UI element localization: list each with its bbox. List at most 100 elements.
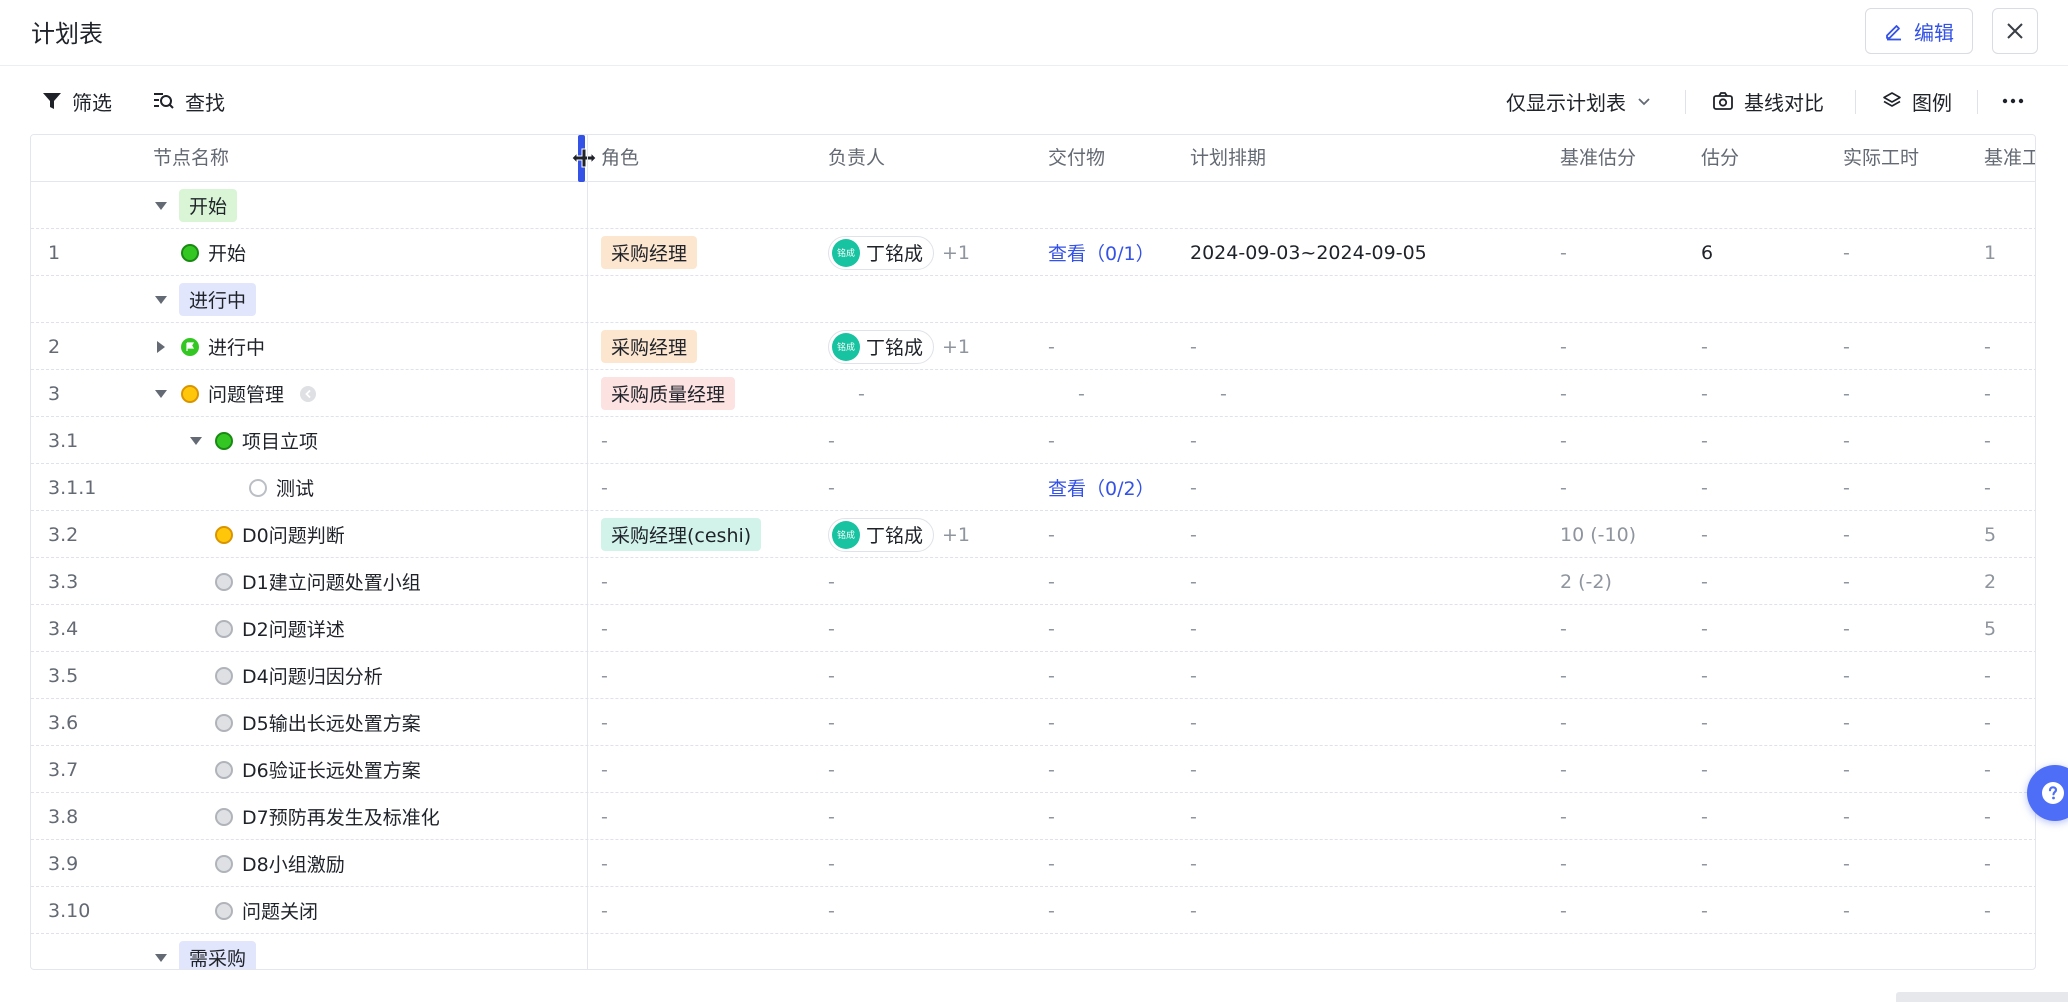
column-header-deliverable[interactable]: 交付物 xyxy=(1048,135,1105,182)
column-header-actual-hours[interactable]: 实际工时 xyxy=(1843,135,1919,182)
role-cell[interactable]: 采购经理 xyxy=(601,323,698,370)
node-name: D6验证长远处置方案 xyxy=(242,760,421,782)
owner-extra-count[interactable]: +1 xyxy=(942,336,970,358)
deliverable-cell: - xyxy=(1048,335,1055,358)
column-header-base-hours[interactable]: 基准工 xyxy=(1984,135,2035,182)
estimate-cell[interactable]: 6 xyxy=(1701,229,1713,276)
table-row[interactable]: 3.6 D5输出长远处置方案 - - - - - - - - xyxy=(31,699,2035,746)
collapse-toggle[interactable] xyxy=(190,417,202,464)
owner-cell[interactable]: 铭成 丁铭成 +1 xyxy=(828,323,970,370)
table-row[interactable]: 3.7 D6验证长远处置方案 - - - - - - - - xyxy=(31,746,2035,793)
base-hours-cell: - xyxy=(1984,664,1991,687)
status-done-icon xyxy=(181,243,199,262)
node-name-cell[interactable]: 测试 xyxy=(249,464,314,511)
caret-down-icon xyxy=(190,436,202,445)
table-row[interactable]: 3.4 D2问题详述 - - - - - - - 5 xyxy=(31,605,2035,652)
table-row[interactable]: 3.5 D4问题归因分析 - - - - - - - - xyxy=(31,652,2035,699)
node-name-cell[interactable]: D0问题判断 xyxy=(215,511,345,558)
group-row-in-progress[interactable]: 进行中 xyxy=(31,276,2035,323)
owner-extra-count[interactable]: +1 xyxy=(942,242,970,264)
row-number: 3.6 xyxy=(48,711,79,734)
owner-cell[interactable]: 铭成 丁铭成 +1 xyxy=(828,229,970,276)
owner-chip[interactable]: 铭成 丁铭成 xyxy=(828,517,935,552)
expand-toggle[interactable] xyxy=(157,323,165,370)
node-name: D1建立问题处置小组 xyxy=(242,572,421,594)
base-hours-cell: - xyxy=(1984,382,1991,405)
role-cell[interactable]: 采购经理(ceshi) xyxy=(601,511,762,558)
table-header: 节点名称 角色 负责人 交付物 计划排期 基准估分 估分 实际工时 基准工 xyxy=(31,135,2035,182)
avatar: 铭成 xyxy=(832,332,860,361)
owner-extra-count[interactable]: +1 xyxy=(942,524,970,546)
table-row[interactable]: 3.9 D8小组激励 - - - - - - - - xyxy=(31,840,2035,887)
legend-label: 图例 xyxy=(1912,90,1952,115)
column-header-name[interactable]: 节点名称 xyxy=(153,135,229,182)
table-row[interactable]: 3 问题管理 采购质量经理 - - - - - - - xyxy=(31,370,2035,417)
schedule-cell: - xyxy=(1220,382,1227,405)
role-cell: - xyxy=(601,852,608,875)
edit-button[interactable]: 编辑 xyxy=(1865,8,1973,54)
node-name-cell[interactable]: D5输出长远处置方案 xyxy=(215,699,421,746)
node-name-cell[interactable]: D2问题详述 xyxy=(215,605,345,652)
estimate-cell: - xyxy=(1701,382,1708,405)
node-name: 项目立项 xyxy=(242,431,319,453)
estimate-cell: - xyxy=(1701,899,1708,922)
row-number: 3.1 xyxy=(48,429,79,452)
node-name-cell[interactable]: D4问题归因分析 xyxy=(215,652,383,699)
base-estimate-cell: - xyxy=(1560,241,1567,264)
column-header-base-estimate[interactable]: 基准估分 xyxy=(1560,135,1636,182)
node-name-cell[interactable]: 进行中 xyxy=(181,323,265,370)
collapse-toggle[interactable] xyxy=(155,370,167,417)
column-header-estimate[interactable]: 估分 xyxy=(1701,135,1739,182)
table-row[interactable]: 3.3 D1建立问题处置小组 - - - - 2 (-2) - - 2 xyxy=(31,558,2035,605)
table-row[interactable]: 1 开始 采购经理 铭成 丁铭成 +1 查看（0/1） 2024-09-03~202… xyxy=(31,229,2035,276)
node-name-cell[interactable]: D1建立问题处置小组 xyxy=(215,558,421,605)
table-row[interactable]: 3.1.1 测试 - - 查看（0/2） - - - - - xyxy=(31,464,2035,511)
camera-icon xyxy=(1713,92,1733,110)
node-name-cell[interactable]: 问题关闭 xyxy=(215,887,318,934)
deliverable-link[interactable]: 查看（0/2） xyxy=(1048,464,1155,511)
find-button[interactable]: 查找 xyxy=(153,78,225,124)
collapse-toggle[interactable] xyxy=(155,276,167,323)
status-not-started-icon xyxy=(249,478,267,497)
role-cell[interactable]: 采购质量经理 xyxy=(601,370,736,417)
collapse-toggle[interactable] xyxy=(155,182,167,229)
node-name-cell[interactable]: 开始 xyxy=(181,229,246,276)
baseline-compare-button[interactable]: 基线对比 xyxy=(1712,78,1824,124)
owner-cell[interactable]: 铭成 丁铭成 +1 xyxy=(828,511,970,558)
close-button[interactable] xyxy=(1992,8,2038,54)
table-row[interactable]: 3.1 项目立项 - - - - - - - - xyxy=(31,417,2035,464)
deliverable-link[interactable]: 查看（0/1） xyxy=(1048,229,1155,276)
actual-hours-cell: - xyxy=(1843,899,1850,922)
status-pending-icon xyxy=(215,854,233,873)
column-header-role[interactable]: 角色 xyxy=(601,135,639,182)
node-name-cell[interactable]: D8小组激励 xyxy=(215,840,345,887)
filter-button[interactable]: 筛选 xyxy=(42,78,112,124)
schedule-cell[interactable]: 2024-09-03~2024-09-05 xyxy=(1190,229,1427,276)
table-row[interactable]: 3.2 D0问题判断 采购经理(ceshi) 铭成 丁铭成 +1 - - 10 (-… xyxy=(31,511,2035,558)
avatar: 铭成 xyxy=(832,238,860,267)
horizontal-scrollbar[interactable] xyxy=(1896,992,2068,1002)
view-select[interactable]: 仅显示计划表 xyxy=(1506,78,1652,124)
column-header-owner[interactable]: 负责人 xyxy=(828,135,885,182)
node-name-cell[interactable]: 问题管理 xyxy=(181,370,317,417)
node-name-cell[interactable]: 项目立项 xyxy=(215,417,318,464)
group-row-need-purchase[interactable]: 需采购 xyxy=(31,934,2035,969)
owner-cell: - xyxy=(828,570,835,593)
owner-chip[interactable]: 铭成 丁铭成 xyxy=(828,329,935,364)
role-cell[interactable]: 采购经理 xyxy=(601,229,698,276)
owner-chip[interactable]: 铭成 丁铭成 xyxy=(828,235,935,270)
table-row[interactable]: 3.8 D7预防再发生及标准化 - - - - - - - - xyxy=(31,793,2035,840)
deliverable-cell: - xyxy=(1048,899,1055,922)
more-button[interactable] xyxy=(2002,78,2024,124)
column-header-schedule[interactable]: 计划排期 xyxy=(1190,135,1266,182)
collapse-toggle[interactable] xyxy=(155,934,167,969)
legend-button[interactable]: 图例 xyxy=(1882,78,1952,124)
estimate-cell: - xyxy=(1701,758,1708,781)
table-row[interactable]: 3.10 问题关闭 - - - - - - - - xyxy=(31,887,2035,934)
node-name-cell[interactable]: D6验证长远处置方案 xyxy=(215,746,421,793)
table-row[interactable]: 2 进行中 采购经理 铭成 丁铭成 +1 - - - - - - xyxy=(31,323,2035,370)
node-name-cell[interactable]: D7预防再发生及标准化 xyxy=(215,793,440,840)
owner-cell: - xyxy=(858,382,865,405)
schedule-cell: - xyxy=(1190,711,1197,734)
group-row-start[interactable]: 开始 xyxy=(31,182,2035,229)
